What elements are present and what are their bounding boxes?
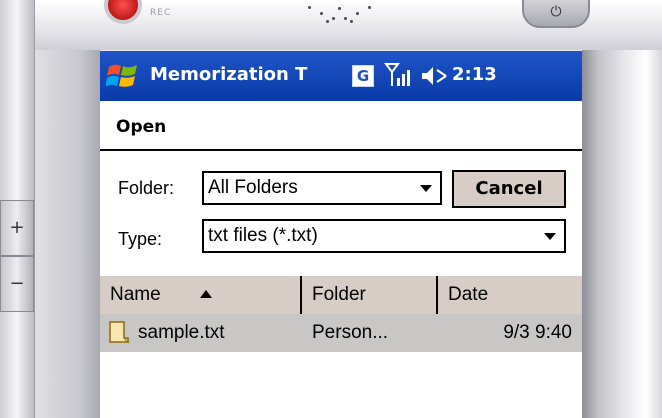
file-list-row[interactable]: sample.txt Person... 9/3 9:40 (100, 314, 582, 352)
chevron-down-icon (420, 185, 432, 192)
cancel-button[interactable]: Cancel (452, 170, 566, 208)
column-header-date[interactable]: Date (438, 276, 582, 314)
power-hardware-button[interactable]: ⏻ (522, 0, 590, 28)
column-header-name-label: Name (110, 284, 161, 305)
column-header-folder-label: Folder (312, 284, 366, 305)
device-bezel-right (582, 0, 662, 418)
column-header-folder[interactable]: Folder (302, 276, 436, 314)
text-file-icon (109, 321, 130, 343)
device-screen: Memorization T G 2:13 Open Folder: All F… (100, 51, 582, 418)
chevron-down-icon (544, 233, 556, 240)
taskbar: Memorization T G 2:13 (100, 51, 582, 101)
volume-up-hardware-button[interactable]: + (0, 200, 34, 256)
rec-label: REC (150, 8, 172, 18)
volume-down-hardware-button[interactable]: − (0, 256, 34, 312)
title-divider (100, 149, 582, 151)
type-dropdown-value: txt files (*.txt) (208, 225, 318, 246)
column-header-date-label: Date (448, 284, 489, 305)
file-date: 9/3 9:40 (503, 322, 572, 343)
g-notification-icon[interactable]: G (352, 65, 374, 87)
signal-icon[interactable] (384, 62, 410, 88)
type-dropdown[interactable]: txt files (*.txt) (202, 219, 566, 253)
speaker-grille-icon (306, 4, 378, 28)
file-name: sample.txt (138, 322, 225, 343)
sort-ascending-icon (200, 290, 212, 298)
app-title[interactable]: Memorization T (150, 64, 307, 85)
clock[interactable]: 2:13 (452, 64, 497, 85)
file-folder: Person... (312, 322, 389, 343)
type-label: Type: (118, 229, 163, 249)
folder-label: Folder: (118, 178, 175, 198)
dialog-title: Open (116, 117, 167, 137)
folder-dropdown[interactable]: All Folders (202, 171, 442, 205)
windows-flag-icon[interactable] (106, 61, 140, 91)
file-list-header: Name Folder Date (100, 276, 582, 315)
volume-muted-icon[interactable] (420, 64, 448, 88)
folder-dropdown-value: All Folders (208, 177, 298, 198)
